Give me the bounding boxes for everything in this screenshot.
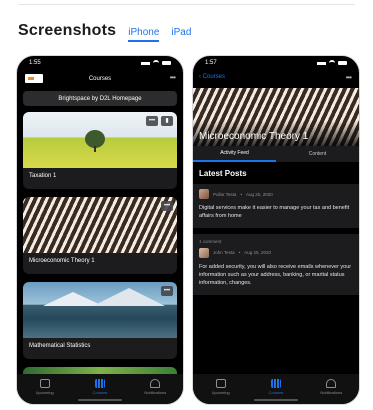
wifi-icon (329, 60, 335, 66)
post-date: Aug 25, 2020 (246, 191, 273, 197)
course-image: ••• (23, 197, 177, 253)
status-bar: 1:57 (193, 56, 359, 70)
course-image: ••• ▮ (23, 112, 177, 168)
status-time: 1:55 (29, 60, 41, 66)
nav-bar: Courses ••• (17, 70, 183, 88)
tab-bar: Upcoming Courses Notifications (17, 374, 183, 404)
screenshot-course-detail[interactable]: 1:57 ‹ Courses ••• Microeconomic Theory … (192, 55, 360, 405)
post-date: Aug 25, 2020 (244, 250, 272, 256)
nav-title: Courses (88, 76, 112, 82)
calendar-icon (215, 379, 226, 388)
battery-icon (338, 61, 347, 65)
status-bar: 1:55 (17, 56, 183, 70)
course-hero-image: Microeconomic Theory 1 (193, 88, 359, 146)
top-divider (18, 4, 355, 5)
tab-courses[interactable]: Courses (256, 379, 296, 395)
tree-trunk-shape (94, 146, 96, 152)
tab-bar: Upcoming Courses Notifications (193, 374, 359, 404)
home-indicator (254, 399, 298, 401)
tab-courses[interactable]: Courses (80, 379, 120, 395)
tab-upcoming[interactable]: Upcoming (201, 379, 241, 395)
nav-bar: ‹ Courses ••• (193, 70, 359, 88)
more-icon[interactable]: ••• (170, 73, 176, 82)
more-icon[interactable]: ••• (346, 73, 352, 82)
tab-upcoming[interactable]: Upcoming (25, 379, 65, 395)
tab-activity-feed[interactable]: Activity Feed (193, 146, 276, 162)
tab-notifications[interactable]: Notifications (135, 379, 175, 395)
course-image: ••• (23, 282, 177, 338)
status-time: 1:57 (205, 60, 217, 66)
post-body: For added security, you will also receiv… (199, 263, 352, 286)
post-author: John Testa (213, 250, 235, 256)
latest-posts-heading: Latest Posts (199, 169, 247, 178)
avatar (199, 247, 209, 258)
battery-icon (162, 61, 171, 65)
course-title: Taxation 1 (29, 173, 57, 179)
grid-icon (94, 379, 105, 388)
more-icon[interactable]: ••• (161, 286, 173, 296)
course-title: Microeconomic Theory 1 (199, 131, 309, 142)
calendar-icon (39, 379, 50, 388)
homepage-button[interactable]: Brightspace by D2L Homepage (23, 91, 177, 106)
course-card-microeconomic[interactable]: ••• Microeconomic Theory 1 (23, 197, 177, 274)
tab-content[interactable]: Content (276, 146, 359, 162)
wifi-icon (153, 60, 159, 66)
bell-icon (150, 379, 161, 388)
signal-icon (141, 61, 150, 65)
tab-iphone[interactable]: iPhone (128, 27, 160, 42)
back-chevron-icon[interactable]: ‹ Courses (199, 74, 225, 80)
course-title: Microeconomic Theory 1 (29, 258, 95, 264)
course-title: Mathematical Statistics (29, 343, 91, 349)
more-icon[interactable]: ••• (161, 201, 173, 211)
course-subtabs: Activity Feed Content (193, 146, 359, 162)
post-body: Digital services make it easier to manag… (199, 205, 350, 219)
comment-count[interactable]: 1 comment (199, 239, 353, 244)
section-title: Screenshots (18, 22, 117, 39)
home-indicator (78, 399, 122, 401)
more-icon[interactable]: ••• (146, 116, 158, 126)
avatar (199, 189, 209, 199)
post-item[interactable]: 1 comment John Testa • Aug 25, 2020 For … (193, 233, 359, 295)
tab-notifications[interactable]: Notifications (311, 379, 351, 395)
signal-icon (317, 61, 326, 65)
grid-icon (270, 379, 281, 388)
pin-icon[interactable]: ▮ (161, 116, 173, 126)
tab-ipad[interactable]: iPad (171, 27, 191, 40)
post-author: Pullar Testa (213, 191, 237, 197)
mountain-shape (93, 288, 165, 306)
course-card-taxation[interactable]: ••• ▮ Taxation 1 (23, 112, 177, 189)
bell-icon (326, 379, 337, 388)
screenshots-header: Screenshots iPhone iPad (18, 22, 191, 42)
brightspace-logo (25, 74, 43, 83)
screenshot-courses[interactable]: 1:55 Courses ••• Brightspace by D2L Home… (16, 55, 184, 405)
post-item[interactable]: Pullar Testa • Aug 25, 2020 Digital serv… (193, 184, 359, 228)
course-card-statistics[interactable]: ••• Mathematical Statistics (23, 282, 177, 359)
